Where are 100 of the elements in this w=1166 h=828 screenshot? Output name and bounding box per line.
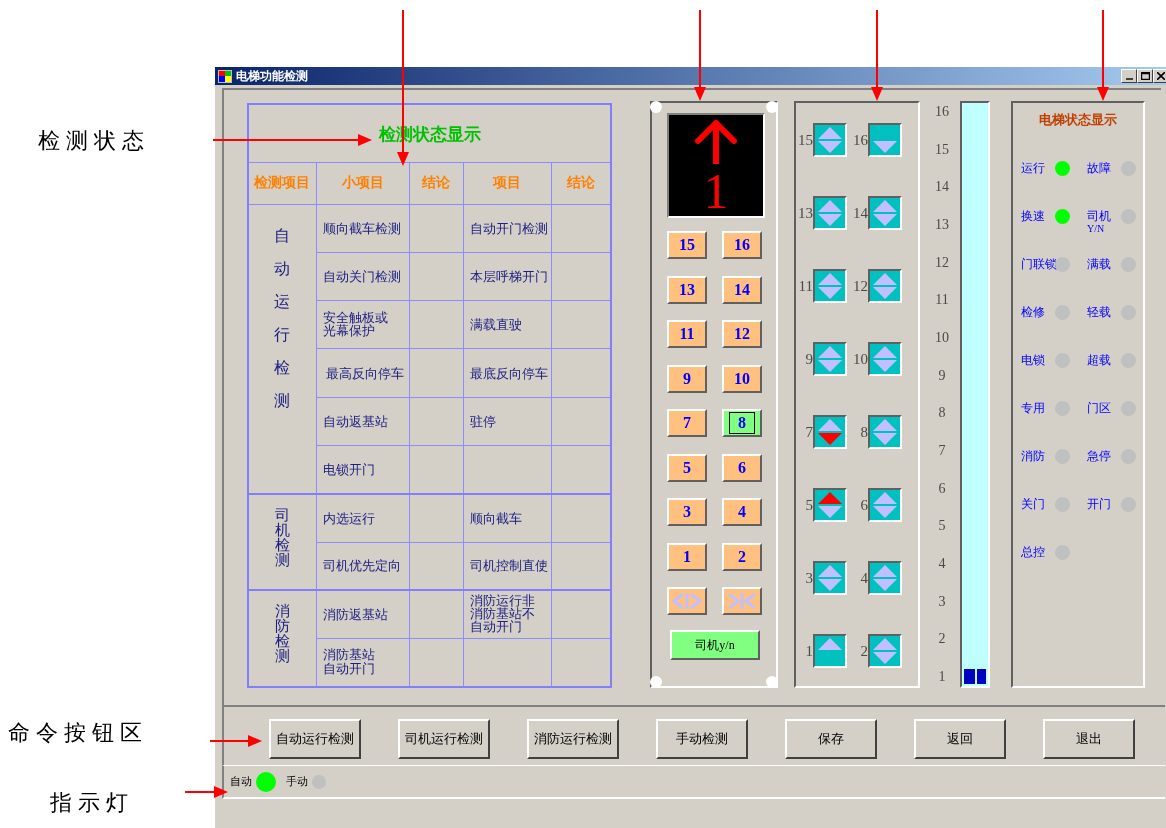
floor-label: 4 [859,569,868,587]
floor-button[interactable]: 15 [667,231,707,259]
table-cell: 顺向截车 [469,512,522,526]
command-button[interactable]: 返回 [914,719,1006,759]
hall-call-button[interactable] [813,123,847,157]
floor-label: 16 [852,131,868,149]
hall-call-button[interactable] [868,196,902,230]
corner-dot [766,676,778,688]
table-cell: 顺向截车检测 [322,222,401,236]
command-button[interactable]: 手动检测 [656,719,748,759]
arrow [184,786,228,798]
minimize-button[interactable] [1121,69,1137,83]
table-cell: 本层呼梯开门 [469,270,548,285]
floor-number: 14 [934,178,950,197]
floor-number: 10 [934,328,950,347]
floor-button[interactable]: 13 [667,275,707,304]
lamp-label: 换速 [1021,209,1046,224]
floor-number: 16 [934,103,950,121]
floor-button[interactable]: 8 [722,409,762,437]
close-icon [1157,72,1165,80]
floor-button[interactable]: 1 [667,542,707,571]
floor-button[interactable]: 14 [722,275,762,304]
table-cell: 满载直驶 [469,319,522,333]
floor-button[interactable]: 2 [722,542,762,571]
hall-call-button[interactable] [868,269,902,303]
hall-call-button[interactable] [813,342,847,376]
close-button[interactable] [1153,69,1166,83]
floor-number: 2 [937,630,947,649]
floor-button[interactable]: 3 [667,498,707,526]
table-cell: 最底反向停车 [469,367,548,381]
table-cell: 自动返基站 [322,415,388,429]
lamp-label: 轻载 [1087,305,1112,320]
hall-call-button[interactable] [868,123,902,157]
floor-label: 9 [804,350,813,368]
minimize-icon [1125,78,1133,80]
floor-button[interactable]: 9 [667,364,707,393]
table-cell: 自动开门检测 [469,222,548,236]
hall-call-button[interactable] [813,196,847,230]
hall-call-button[interactable] [813,269,847,303]
floor-number: 12 [934,253,950,272]
driver-button[interactable]: 司机y/n [670,630,760,660]
table-cell: 安全触板或光幕保护 [322,311,388,338]
floor-button[interactable]: 16 [722,231,762,259]
hall-call-button[interactable] [868,342,902,376]
arrow [209,735,262,747]
lamp-label: 消防 [1021,449,1046,464]
mode-label: 手动 [286,774,308,789]
lamp-sublabel: Y/N [1087,224,1106,234]
hall-call-button[interactable] [868,634,902,668]
command-button[interactable]: 消防运行检测 [527,719,619,759]
lamp-label: 关门 [1021,497,1046,512]
corner-dot [766,101,778,113]
lamp-label: 故障 [1087,161,1112,176]
hall-call-button[interactable] [813,634,847,668]
floor-number: 7 [937,441,947,460]
floor-label: 7 [804,423,813,441]
lamp-label: 满载 [1087,257,1112,272]
car-position-marker [964,669,986,684]
floor-label: 6 [859,496,868,514]
floor-button[interactable]: 5 [667,453,707,482]
floor-number: 5 [937,517,947,536]
maximize-button[interactable] [1137,69,1153,83]
table-cell: 司机优先定向 [322,560,401,574]
floor-number: 1 [703,166,729,216]
floor-button[interactable]: 7 [667,409,707,437]
command-button[interactable]: 司机运行检测 [398,719,490,759]
floor-button[interactable]: 4 [722,498,762,526]
lamp-label: 运行 [1021,161,1046,176]
command-button[interactable]: 退出 [1043,719,1135,759]
lamp-label: 开门 [1087,497,1112,512]
group-label: 消防检测 [274,603,290,664]
floor-number: 9 [937,366,947,385]
floor-button[interactable]: 6 [722,453,762,482]
floor-button[interactable]: 11 [667,320,707,348]
hall-call-button[interactable] [868,488,902,522]
window-title: 电梯功能检测 [236,67,309,85]
table-cell-text: 最高反向停车 [324,367,404,381]
annotation-label: 指 示 灯 [50,789,129,817]
hall-call-button[interactable] [868,415,902,449]
floor-button[interactable]: 12 [722,320,762,348]
floor-number: 13 [934,215,950,234]
annotation-label: 检 测 状 态 [38,127,145,155]
maximize-icon [1140,72,1150,80]
hall-call-button[interactable] [868,561,902,595]
floor-number: 8 [937,404,947,423]
panel-title: 电梯状态显示 [1038,111,1118,129]
lamp-label: 司机 [1087,209,1112,224]
floor-button[interactable]: 10 [722,364,762,393]
hall-call-button[interactable] [813,488,847,522]
column-header: 小项目 [316,162,409,205]
floor-label: 8 [859,423,868,441]
lamp-label: 电锁 [1021,353,1046,368]
hall-call-button[interactable] [813,561,847,595]
command-button[interactable]: 自动运行检测 [269,719,361,759]
lamp-label: 超载 [1087,353,1112,368]
mode-label: 自动 [230,774,252,789]
floor-label: 5 [804,496,813,514]
command-button[interactable]: 保存 [785,719,877,759]
lamp-label: 检修 [1021,305,1046,320]
hall-call-button[interactable] [813,415,847,449]
